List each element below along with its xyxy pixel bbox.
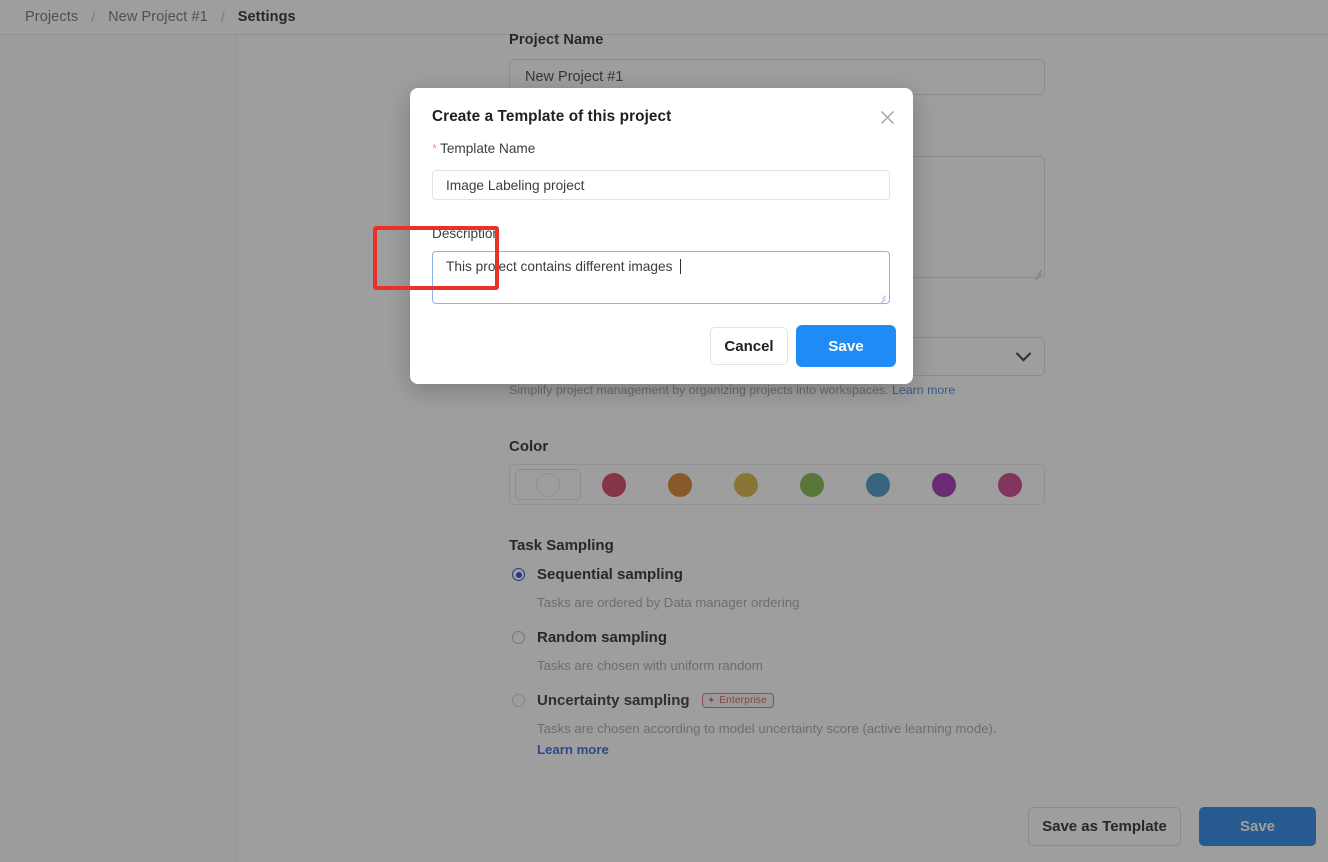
- template-name-input[interactable]: Image Labeling project: [432, 170, 890, 200]
- template-name-value: Image Labeling project: [446, 177, 585, 193]
- template-name-label: * Template Name: [432, 141, 535, 156]
- text-caret: [680, 259, 682, 274]
- modal-save-button[interactable]: Save: [796, 325, 896, 367]
- screen: Projects / New Project #1 / Settings Pro…: [0, 0, 1328, 862]
- resize-grip-icon[interactable]: [877, 291, 886, 305]
- cancel-button[interactable]: Cancel: [710, 327, 788, 365]
- close-icon[interactable]: [876, 106, 898, 128]
- required-marker: *: [432, 141, 438, 156]
- template-description-value: This project contains different images: [446, 259, 677, 274]
- template-description-textarea[interactable]: This project contains different images: [432, 251, 890, 305]
- dialog-title: Create a Template of this project: [432, 108, 672, 125]
- template-description-label: Description: [432, 226, 500, 241]
- create-template-dialog: Create a Template of this project * Templ…: [410, 88, 913, 384]
- template-name-label-text: Template Name: [440, 141, 536, 156]
